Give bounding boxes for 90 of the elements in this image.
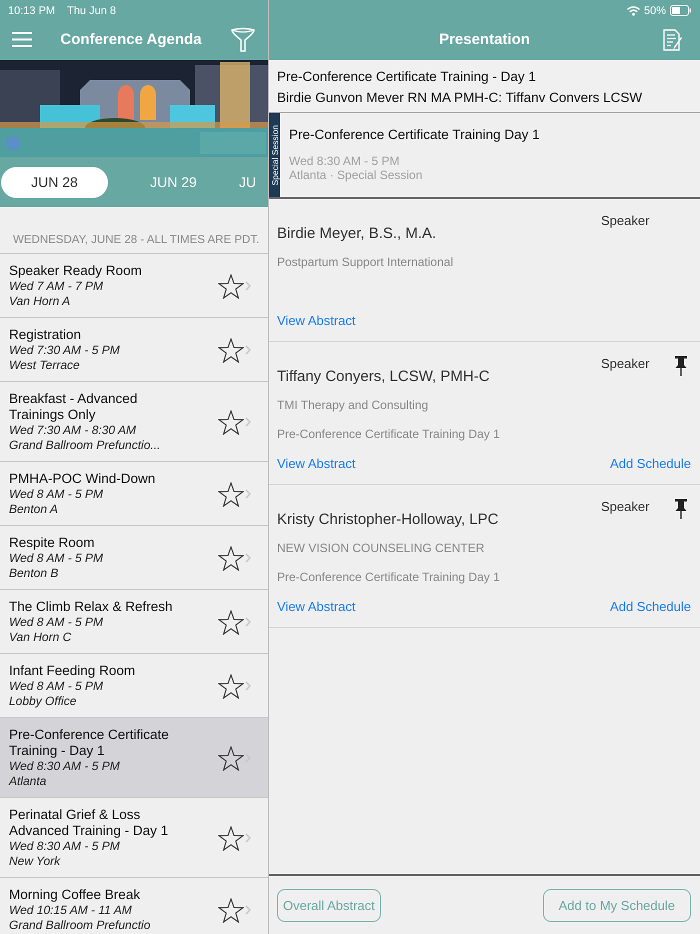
chevron-icon <box>245 417 251 427</box>
chevron-icon <box>245 553 251 563</box>
star-icon[interactable] <box>218 546 244 570</box>
session-title: Registration <box>9 327 82 343</box>
session-location: Benton B <box>9 566 60 581</box>
status-time: 10:13 PM <box>8 4 56 16</box>
date-tab[interactable]: JUN 28 <box>1 166 108 198</box>
session-row[interactable]: Morning Coffee Break Wed 10:15 AM - 11 AM Grand Ballroom Prefunctio <box>0 878 268 934</box>
star-icon[interactable] <box>218 274 244 298</box>
chevron-icon <box>245 905 251 915</box>
presentation-heading: Pre-Conference Certificate Training - Day 1 <box>277 68 537 86</box>
status-date: Thu Jun 8 <box>67 4 116 16</box>
session-location: Atlanta · Special Session <box>289 168 424 182</box>
speaker-organization: TMI Therapy and Consulting <box>277 398 430 414</box>
pin-icon[interactable] <box>675 499 687 519</box>
star-icon[interactable] <box>218 898 244 922</box>
chevron-icon <box>245 281 251 291</box>
speaker-name: Kristy Christopher-Holloway, LPC <box>277 510 500 528</box>
session-location: Lobby Office <box>9 694 78 709</box>
session-location: Van Horn C <box>9 630 72 645</box>
star-icon[interactable] <box>218 826 244 850</box>
session-row[interactable]: Registration Wed 7:30 AM - 5 PM West Terrace <box>0 318 268 382</box>
session-time: Wed 8:30 AM - 5 PM <box>9 759 121 774</box>
session-location: Van Horn A <box>9 294 72 309</box>
presentation-subheading: Birdie Gunvon Mever RN MA PMH-C: Tiffanv Convers LCSW <box>277 89 644 107</box>
screen-title: Presentation <box>439 31 530 48</box>
session-row[interactable]: Breakfast - Advanced Trainings Only Wed 7:30 AM - 8:30 AM Grand Ballroom Prefunctio... <box>0 382 268 462</box>
session-time: Wed 7:30 AM - 8:30 AM <box>9 423 137 438</box>
session-row[interactable]: The Climb Relax & Refresh Wed 8 AM - 5 PM Van Horn C <box>0 590 268 654</box>
session-title: Respite Room <box>9 535 96 551</box>
speaker-name: Tiffany Conyers, LCSW, PMH-C <box>277 367 491 385</box>
session-title: Infant Feeding Room <box>9 663 136 679</box>
session-title: Pre-Conference Certificate Training - Day 1 <box>9 727 170 759</box>
session-time: Wed 8 AM - 5 PM <box>9 487 104 502</box>
session-location: Grand Ballroom Prefunctio... <box>9 438 162 453</box>
session-time: Wed 7 AM - 7 PM <box>9 279 104 294</box>
session-location: West Terrace <box>9 358 81 373</box>
session-time: Wed 10:15 AM - 11 AM <box>9 903 133 918</box>
session-location: Benton A <box>9 502 59 517</box>
session-location: New York <box>9 854 62 869</box>
battery-percent: 50% <box>644 4 666 16</box>
session-title: Perinatal Grief & Loss Advanced Training - Day 1 <box>9 807 170 839</box>
star-icon[interactable] <box>218 410 244 434</box>
speaker-role: Speaker <box>601 356 650 371</box>
session-title: Morning Coffee Break <box>9 887 142 903</box>
session-title: The Climb Relax & Refresh <box>9 599 174 615</box>
session-time: Wed 7:30 AM - 5 PM <box>9 343 121 358</box>
pin-icon[interactable] <box>675 356 687 376</box>
star-icon[interactable] <box>218 338 244 362</box>
chevron-icon <box>245 753 251 763</box>
section-header: WEDNESDAY, JUNE 28 - ALL TIMES ARE PDT. <box>0 207 268 254</box>
session-tag: Special Session <box>269 113 280 197</box>
filter-icon[interactable] <box>230 26 256 52</box>
session-title: Speaker Ready Room <box>9 263 143 279</box>
session-title: Pre-Conference Certificate Training Day 1 <box>289 127 540 142</box>
session-row[interactable]: Pre-Conference Certificate Training - Day 1 Wed 8:30 AM - 5 PM Atlanta <box>0 718 268 798</box>
session-time: Wed 8 AM - 5 PM <box>9 679 104 694</box>
star-icon[interactable] <box>218 482 244 506</box>
star-icon[interactable] <box>218 674 244 698</box>
notes-icon[interactable] <box>662 29 684 51</box>
star-icon[interactable] <box>218 610 244 634</box>
screen-title: Conference Agenda <box>60 31 202 48</box>
speaker-session: Pre-Conference Certificate Training Day 1 <box>277 570 501 586</box>
speaker-role: Speaker <box>601 499 650 514</box>
session-row[interactable]: Speaker Ready Room Wed 7 AM - 7 PM Van Horn A <box>0 254 268 318</box>
speaker-organization: NEW VISION COUNSELING CENTER <box>277 541 486 557</box>
chevron-icon <box>245 833 251 843</box>
session-title: PMHA-POC Wind-Down <box>9 471 156 487</box>
chevron-icon <box>245 681 251 691</box>
session-location: Atlanta <box>9 774 48 789</box>
wifi-icon <box>626 6 640 16</box>
chevron-icon <box>245 489 251 499</box>
session-time: Wed 8 AM - 5 PM <box>9 615 104 630</box>
session-time: Wed 8 AM - 5 PM <box>9 551 104 566</box>
session-title: Breakfast - Advanced Trainings Only <box>9 391 138 423</box>
chevron-icon <box>245 345 251 355</box>
star-icon[interactable] <box>218 746 244 770</box>
session-time: Wed 8:30 AM - 5 PM <box>289 154 400 168</box>
session-row[interactable]: Respite Room Wed 8 AM - 5 PM Benton B <box>0 526 268 590</box>
chevron-icon <box>245 617 251 627</box>
speaker-organization: Postpartum Support International <box>277 255 454 271</box>
session-row[interactable]: PMHA-POC Wind-Down Wed 8 AM - 5 PM Benton A <box>0 462 268 526</box>
menu-icon[interactable] <box>12 32 32 47</box>
session-row[interactable]: Perinatal Grief & Loss Advanced Training - Day 1 Wed 8:30 AM - 5 PM New York <box>0 798 268 878</box>
battery-icon <box>670 5 692 16</box>
session-time: Wed 8:30 AM - 5 PM <box>9 839 121 854</box>
speaker-session: Pre-Conference Certificate Training Day 1 <box>277 427 501 443</box>
session-location: Grand Ballroom Prefunctio <box>9 918 152 933</box>
speaker-name: Birdie Meyer, B.S., M.A. <box>277 224 438 242</box>
speaker-role: Speaker <box>601 213 650 228</box>
